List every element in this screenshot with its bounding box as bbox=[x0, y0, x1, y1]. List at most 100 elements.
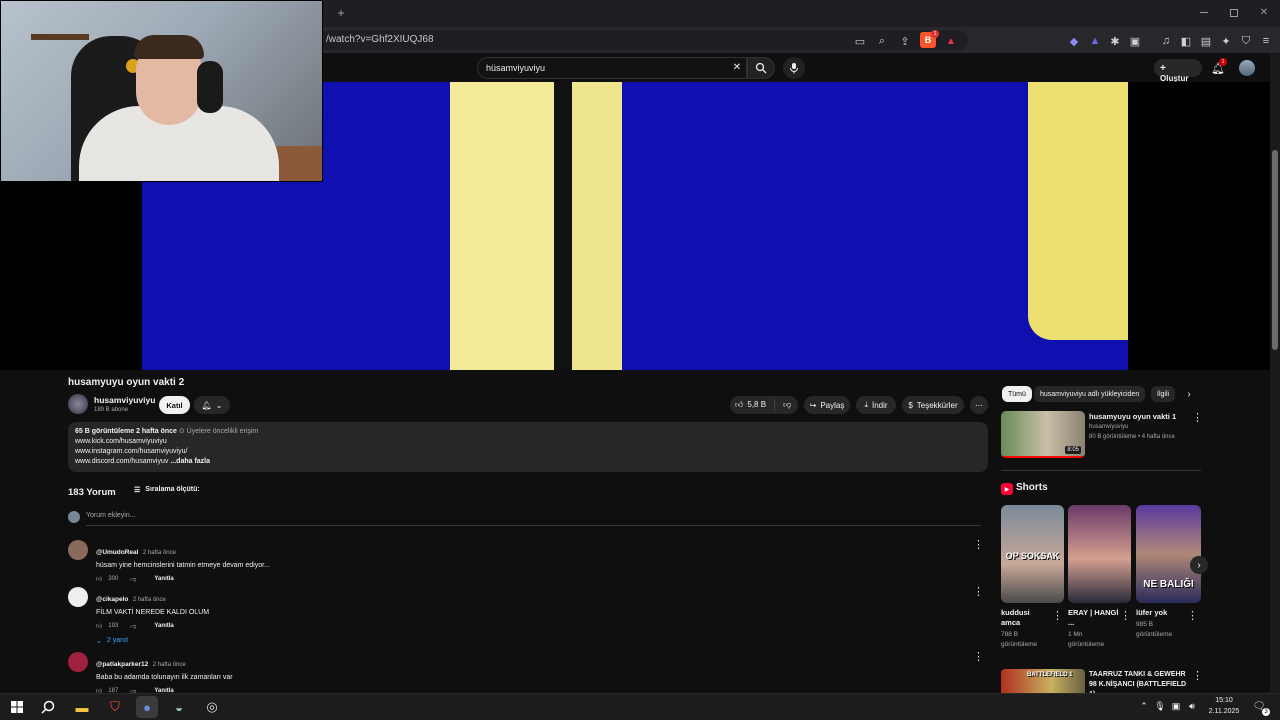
comment-like-icon[interactable]: 👍︎ bbox=[96, 622, 102, 630]
description-link[interactable]: www.discord.com/husamviyuv bbox=[75, 458, 168, 465]
chevron-right-icon[interactable]: › bbox=[1183, 387, 1195, 401]
extensions-puzzle-icon[interactable]: ✱ bbox=[1107, 33, 1123, 49]
cast-icon[interactable]: ▭ bbox=[852, 33, 868, 49]
comment-time[interactable]: 2 hafta önce bbox=[153, 662, 186, 668]
rec-title[interactable]: husamyuyu oyun vakti 1 bbox=[1089, 412, 1176, 421]
tray-volume-icon[interactable]: 🔊︎ bbox=[1187, 701, 1197, 711]
short-title[interactable]: lüfer yok 985 B görüntüleme bbox=[1136, 608, 1188, 640]
more-actions-button[interactable]: ⋯ bbox=[970, 396, 988, 414]
video-description[interactable]: 65 B görüntüleme 2 hafta önce ⊙ Üyelere … bbox=[68, 422, 988, 472]
leo-ai-icon[interactable]: ✦ bbox=[1218, 33, 1234, 49]
next-rec-thumbnail[interactable]: BATTLEFIELD 1 bbox=[1001, 669, 1085, 693]
tab-capture-icon[interactable]: ▣ bbox=[1127, 33, 1143, 49]
comment-author[interactable]: @patlakparker12 bbox=[96, 661, 148, 668]
tray-network-icon[interactable]: ▣ bbox=[1171, 701, 1181, 711]
reply-button[interactable]: Yanıtla bbox=[154, 623, 173, 629]
menu-icon[interactable]: ≡ bbox=[1258, 33, 1274, 49]
short-title[interactable]: ERAY | HANGİ ... 1 Mn görüntüleme bbox=[1068, 608, 1120, 650]
address-bar[interactable]: /watch?v=Ghf2XIUQJ68 bbox=[318, 31, 968, 50]
channel-name[interactable]: husamviyuviyu bbox=[94, 395, 155, 405]
share-page-icon[interactable]: ⇪ bbox=[897, 33, 913, 49]
search-button[interactable] bbox=[747, 57, 775, 79]
rec-menu-icon[interactable]: ⋮ bbox=[1192, 411, 1203, 424]
wallet-icon[interactable]: ▤ bbox=[1198, 33, 1214, 49]
short-menu-icon[interactable]: ⋮ bbox=[1052, 609, 1063, 622]
restore-button[interactable] bbox=[1230, 9, 1238, 17]
short-thumbnail[interactable]: OP SOKSAK bbox=[1001, 505, 1064, 603]
clear-search-icon[interactable]: ✕ bbox=[731, 61, 743, 73]
comment-menu-icon[interactable]: ⋮ bbox=[973, 538, 984, 551]
short-title-text: ERAY | HANGİ ... bbox=[1068, 608, 1119, 627]
scrollbar-thumb[interactable] bbox=[1272, 150, 1278, 350]
show-more-link[interactable]: ...daha fazla bbox=[170, 458, 210, 465]
obs-icon[interactable]: ◎ bbox=[201, 696, 223, 718]
comment-dislike-icon[interactable]: 👎︎ bbox=[130, 622, 136, 630]
comment-avatar[interactable] bbox=[68, 587, 88, 607]
like-button[interactable]: 👍︎ 5,8 B bbox=[735, 400, 766, 410]
clock-date[interactable]: 2.11.2025 bbox=[1203, 708, 1245, 715]
comment-time[interactable]: 2 hafta önce bbox=[143, 550, 176, 556]
comment-item: @UmudoReal 2 hafta önce hüsam yine hemci… bbox=[96, 541, 966, 583]
short-menu-icon[interactable]: ⋮ bbox=[1120, 609, 1131, 622]
rec-channel[interactable]: husamviyuviyu bbox=[1089, 424, 1128, 430]
extension-icon-2[interactable]: ▲ bbox=[1087, 33, 1103, 49]
comment-author[interactable]: @UmudoReal bbox=[96, 549, 138, 556]
comment-avatar[interactable] bbox=[68, 540, 88, 560]
shorts-next-icon[interactable]: › bbox=[1190, 556, 1208, 574]
chip-related[interactable]: İlgili bbox=[1151, 386, 1175, 402]
rec-thumbnail[interactable]: 8:05 bbox=[1001, 411, 1085, 458]
new-tab-button[interactable]: + bbox=[334, 6, 348, 20]
vpn-shield-icon[interactable]: ⛉ bbox=[1238, 33, 1254, 49]
short-thumbnail[interactable]: NE BALIĞI bbox=[1136, 505, 1201, 603]
thanks-button[interactable]: $ Teşekkürler bbox=[902, 396, 964, 414]
short-thumbnail[interactable] bbox=[1068, 505, 1131, 603]
comment-time[interactable]: 2 hafta önce bbox=[133, 597, 166, 603]
close-window-button[interactable]: ✕ bbox=[1258, 6, 1270, 18]
join-button[interactable]: Katıl bbox=[159, 396, 190, 414]
download-button[interactable]: ⤓ İndir bbox=[856, 396, 896, 414]
brave-browser-icon[interactable]: ⛉ bbox=[104, 696, 126, 718]
description-link[interactable]: www.instagram.com/husamviyuviyu/ bbox=[75, 447, 981, 457]
short-title[interactable]: kuddusi amca 788 B görüntüleme bbox=[1001, 608, 1049, 650]
zoom-icon[interactable]: ⌕ bbox=[874, 33, 890, 49]
comment-avatar[interactable] bbox=[68, 652, 88, 672]
chip-all[interactable]: Tümü bbox=[1002, 386, 1032, 402]
sort-label: Sıralama ölçütü: bbox=[145, 486, 200, 493]
steam-icon[interactable]: ◒ bbox=[168, 696, 190, 718]
comment-count: 183 Yorum bbox=[68, 487, 116, 498]
download-icon: ⤓ bbox=[864, 400, 868, 409]
comment-dislike-icon[interactable]: 👎︎ bbox=[130, 575, 136, 583]
comment-author[interactable]: @cikapelo bbox=[96, 596, 128, 603]
windows-start-icon[interactable] bbox=[6, 696, 28, 718]
file-explorer-icon[interactable]: ▬ bbox=[71, 696, 93, 718]
comment-like-icon[interactable]: 👍︎ bbox=[96, 575, 102, 583]
chip-uploader[interactable]: husamviyuviyu adlı yükleyiciden bbox=[1034, 386, 1146, 402]
account-avatar[interactable] bbox=[1239, 60, 1255, 76]
taskbar-search-icon[interactable] bbox=[37, 696, 59, 718]
comment-menu-icon[interactable]: ⋮ bbox=[973, 585, 984, 598]
tray-mic-icon[interactable]: 🎙︎ bbox=[1154, 701, 1165, 711]
reply-button[interactable]: Yanıtla bbox=[154, 576, 173, 582]
create-button[interactable]: + Oluştur bbox=[1154, 59, 1202, 83]
subscribe-notification-button[interactable]: 🔔︎ ⌄ bbox=[194, 396, 230, 414]
short-menu-icon[interactable]: ⋮ bbox=[1187, 609, 1198, 622]
description-link[interactable]: www.kick.com/husamviyuviyu bbox=[75, 437, 981, 447]
voice-search-button[interactable] bbox=[783, 57, 805, 79]
sort-button[interactable]: ☰ Sıralama ölçütü: bbox=[134, 486, 200, 494]
thumb-down-icon[interactable]: 👎︎ bbox=[783, 400, 791, 410]
channel-avatar[interactable] bbox=[68, 394, 88, 414]
share-button[interactable]: ↪ Paylaş bbox=[804, 396, 850, 414]
discord-app-icon[interactable]: ● bbox=[136, 696, 158, 718]
media-icon[interactable]: ♫ bbox=[1158, 33, 1174, 49]
minimize-button[interactable] bbox=[1200, 12, 1208, 13]
brave-rewards-icon[interactable]: ▲ bbox=[943, 33, 959, 49]
search-input[interactable]: hüsamviyuviyu bbox=[477, 57, 747, 79]
tray-chevron-icon[interactable]: ⌃ bbox=[1139, 701, 1149, 711]
show-replies-button[interactable]: ⌄ 2 yanıt bbox=[96, 637, 966, 645]
next-rec-menu-icon[interactable]: ⋮ bbox=[1192, 669, 1203, 682]
clock-time[interactable]: 15:10 bbox=[1205, 697, 1243, 704]
comment-menu-icon[interactable]: ⋮ bbox=[973, 650, 984, 663]
sidebar-icon[interactable]: ◧ bbox=[1178, 33, 1194, 49]
vpn-icon[interactable]: ◆ bbox=[1066, 33, 1082, 49]
comment-input[interactable]: Yorum ekleyin... bbox=[86, 512, 981, 526]
